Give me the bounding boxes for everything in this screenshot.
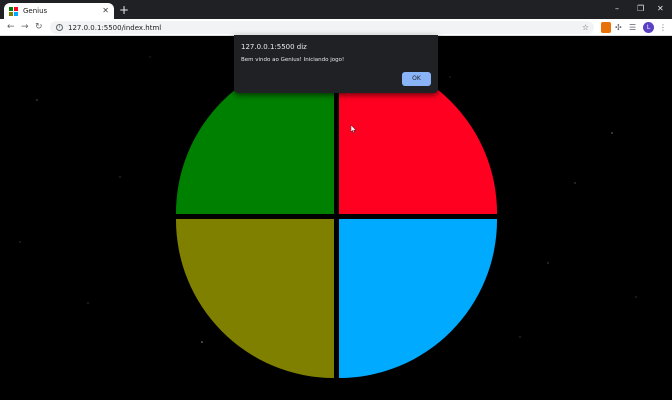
minimize-button[interactable]: – — [615, 2, 619, 16]
mouse-cursor-icon — [351, 125, 356, 133]
url-text: 127.0.0.1:5500/index.html — [68, 23, 162, 32]
reload-button[interactable]: ↻ — [35, 20, 43, 34]
restore-button[interactable]: ❐ — [637, 2, 644, 16]
forward-button[interactable]: → — [21, 20, 29, 34]
yellow-quadrant[interactable] — [175, 219, 334, 378]
ok-button[interactable]: OK — [402, 72, 431, 86]
avatar[interactable]: L — [643, 22, 654, 33]
genius-favicon-icon — [9, 6, 18, 16]
alert-dialog: 127.0.0.1:5500 diz Bem vindo ao Genius! … — [234, 35, 438, 93]
tab-genius[interactable]: Genius ✕ — [4, 3, 114, 19]
tab-title: Genius — [23, 7, 48, 15]
dialog-message: Bem vindo ao Genius! Iniciando jogo! — [241, 57, 345, 63]
extension-icon[interactable] — [601, 22, 611, 33]
close-tab-icon[interactable]: ✕ — [102, 7, 109, 15]
blue-quadrant[interactable] — [339, 219, 498, 378]
bookmark-star-icon[interactable]: ☆ — [582, 21, 589, 34]
back-button[interactable]: ← — [7, 20, 15, 34]
dialog-title: 127.0.0.1:5500 diz — [241, 43, 307, 51]
reading-list-icon[interactable]: ☰ — [629, 22, 636, 33]
browser-toolbar: ← → ↻ i 127.0.0.1:5500/index.html ☆ ✣ ☰ … — [0, 19, 672, 36]
new-tab-button[interactable]: + — [119, 3, 129, 17]
puzzle-icon[interactable]: ✣ — [615, 22, 622, 33]
menu-icon[interactable]: ⋮ — [659, 22, 667, 33]
site-info-icon[interactable]: i — [56, 24, 63, 31]
address-bar[interactable]: i 127.0.0.1:5500/index.html ☆ — [50, 21, 594, 34]
tab-strip: Genius ✕ + – ❐ ✕ — [0, 0, 672, 19]
close-window-button[interactable]: ✕ — [657, 2, 664, 16]
